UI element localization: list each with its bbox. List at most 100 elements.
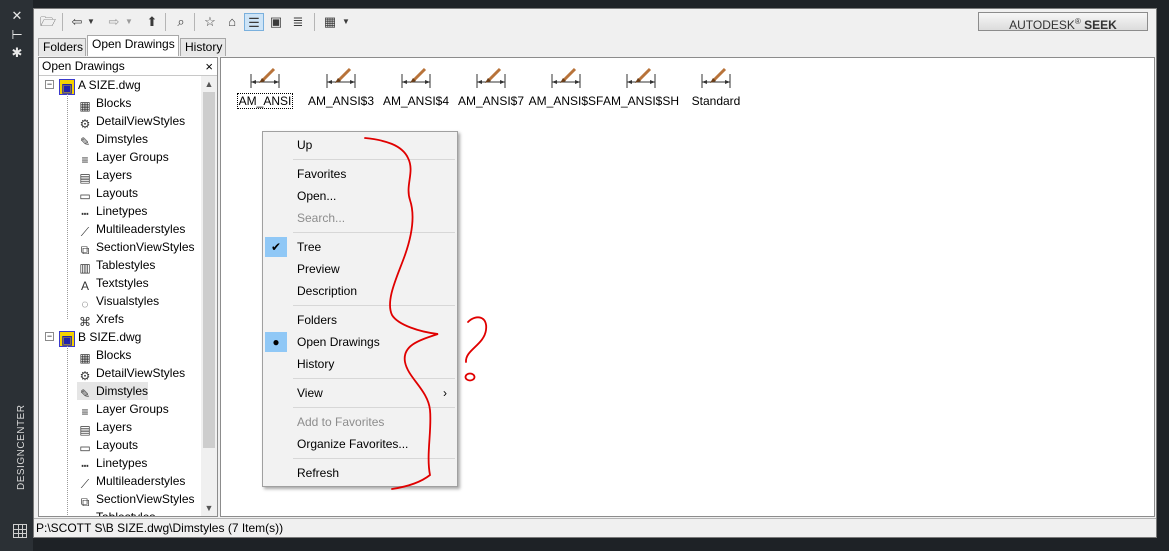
tab-open-drawings[interactable]: Open Drawings (87, 35, 179, 56)
dimstyle-item[interactable]: Standard (678, 66, 754, 116)
drawing-icon: ▣ (59, 79, 75, 95)
dimstyle-item[interactable]: AM_ANSI$7 (453, 66, 529, 116)
dimstyle-item[interactable]: AM_ANSI$4 (378, 66, 454, 116)
tree-child-node[interactable]: ⧉ SectionViewStyles (77, 238, 195, 257)
tree-child-node[interactable]: ⧉ SectionViewStyles (77, 490, 195, 509)
menu-item-tree[interactable]: ✔ Tree (263, 236, 457, 258)
forward-dropdown-icon[interactable]: ▼ (123, 13, 135, 31)
favorites-icon[interactable]: ☆ (200, 13, 220, 31)
menu-item-preview[interactable]: Preview (263, 258, 457, 280)
scroll-down-icon[interactable]: ▼ (201, 500, 217, 516)
autodesk-seek-button[interactable]: AUTODESK® SEEK (978, 12, 1148, 32)
back-icon[interactable]: ⇦ (67, 13, 87, 31)
menu-item-open-drawings-label: Open Drawings (297, 335, 380, 349)
tree-child-label: Dimstyles (96, 132, 149, 146)
up-icon[interactable]: ⬆ (142, 13, 162, 31)
palette-title: DESIGNCENTER (16, 404, 27, 490)
tree-child-node[interactable]: ▤ Layers (77, 418, 132, 437)
tree-child-label: Multileaderstyles (96, 474, 186, 488)
tree-drawing-label: B SIZE.dwg (78, 330, 142, 344)
tab-folders[interactable]: Folders (38, 38, 86, 56)
tree-child-label: Layer Groups (96, 150, 169, 164)
tree-close-icon[interactable]: × (205, 58, 213, 75)
tree-collapse-toggle[interactable]: − (45, 332, 54, 341)
tree-child-label: Layer Groups (96, 402, 169, 416)
tree-child-node[interactable]: ┅ Linetypes (77, 202, 147, 221)
tree-drawing-label: A SIZE.dwg (78, 78, 141, 92)
tree-child-node[interactable]: ▭ Layouts (77, 184, 139, 203)
forward-icon[interactable]: ⇨ (104, 13, 124, 31)
tree-child-node[interactable]: ▤ Layers (77, 166, 132, 185)
tree-child-node[interactable]: ┅ Linetypes (77, 454, 147, 473)
dimstyle-item[interactable]: AM_ANSI$SH (603, 66, 679, 116)
menu-item-tree-label: Tree (297, 240, 322, 254)
dimstyle-icon (326, 67, 356, 88)
views-dropdown-icon[interactable]: ▼ (340, 13, 352, 31)
dimstyle-icon (626, 67, 656, 88)
search-icon[interactable]: ⌕ (171, 13, 191, 31)
tree-drawing-node[interactable]: ▣ B SIZE.dwg (59, 328, 142, 347)
dimstyle-label: AM_ANSI$SH (603, 94, 680, 108)
load-icon[interactable]: 🗁 (38, 13, 58, 31)
tab-history[interactable]: History (180, 38, 226, 56)
tree-child-node[interactable]: ◌ Visualstyles (77, 292, 159, 311)
tree-child-node[interactable]: ▥Tablestyles (77, 256, 155, 275)
dimstyle-label: AM_ANSI$7 (457, 94, 525, 108)
tree-child-node[interactable]: A Textstyles (77, 274, 149, 293)
tree-drawing-node[interactable]: ▣ A SIZE.dwg (59, 76, 141, 95)
tree-child-node[interactable]: ▭ Layouts (77, 436, 138, 455)
menu-item-favorites[interactable]: Favorites (263, 163, 457, 185)
views-icon[interactable]: ▦ (320, 13, 340, 31)
tree-child-node[interactable]: ▥Tablestyles (77, 508, 155, 516)
menu-item-open[interactable]: Open... (263, 185, 457, 207)
tree-child-label: Blocks (96, 96, 132, 110)
close-icon[interactable]: ✕ (9, 8, 25, 24)
menu-item-refresh[interactable]: Refresh (263, 462, 457, 484)
tree-child-node[interactable]: ✎ Dimstyles (77, 130, 149, 149)
menu-item-search: Search... (297, 211, 346, 225)
submenu-arrow-icon: › (443, 386, 447, 400)
preview-icon[interactable]: ▣ (266, 13, 286, 31)
menu-item-description[interactable]: Description (263, 280, 457, 302)
tree-child-node[interactable]: ⚙ DetailViewStyles (77, 112, 186, 131)
tree-child-node[interactable]: ⌘ Xrefs (77, 310, 124, 329)
scroll-up-icon[interactable]: ▲ (201, 76, 217, 92)
menu-item-up[interactable]: Up (263, 134, 457, 156)
menu-item-folders[interactable]: Folders (263, 309, 457, 331)
tree-body: − ▣ A SIZE.dwg ▦ Blocks ⚙ DetailViewStyles ✎ Dim… (39, 76, 201, 516)
tree-child-node[interactable]: ≡ Layer Groups (77, 400, 169, 419)
menu-item-history[interactable]: History (263, 353, 457, 375)
dimstyle-item[interactable]: AM_ANSI (227, 66, 303, 116)
context-menu: Up Favorites Open... Search... ✔ Tree Pr… (262, 131, 458, 487)
tree-child-node[interactable]: ▦ Blocks (77, 346, 131, 365)
drawing-icon: ▣ (59, 331, 75, 347)
menu-item-organize-favorites[interactable]: Organize Favorites... (263, 433, 457, 455)
checkmark-icon: ✔ (265, 237, 287, 257)
home-icon[interactable]: ⌂ (222, 13, 242, 31)
description-icon[interactable]: ≣ (288, 13, 308, 31)
tree-child-node[interactable]: ⟋ Multileaderstyles (77, 220, 186, 239)
toolbar: 🗁 ⇦ ▼ ⇨ ▼ ⬆ ⌕ ☆ ⌂ ☰ ▣ ≣ ▦ ▼ AUTODESK® SE… (34, 9, 1156, 35)
tree-child-node[interactable]: ✎ Dimstyles (77, 382, 149, 401)
seek-reg: ® (1074, 17, 1081, 26)
radio-dot-icon: ● (265, 332, 287, 352)
back-dropdown-icon[interactable]: ▼ (85, 13, 97, 31)
tree-child-node[interactable]: ▦ Blocks (77, 94, 132, 113)
tree-toggle-icon[interactable]: ☰ (244, 13, 264, 31)
tree-child-label: Tablestyles (96, 510, 155, 516)
dimstyle-item[interactable]: AM_ANSI$SF (528, 66, 604, 116)
dimstyle-item[interactable]: AM_ANSI$3 (303, 66, 379, 116)
tree-scrollbar[interactable]: ▲ ▼ (201, 76, 217, 516)
tree-child-label: Dimstyles (96, 384, 149, 398)
tree-child-node[interactable]: ⚙ DetailViewStyles (77, 364, 186, 383)
menu-item-view[interactable]: View › (263, 382, 457, 404)
tree-child-label: Layouts (96, 186, 139, 200)
scroll-thumb[interactable] (203, 92, 215, 448)
properties-icon[interactable]: ✱ (9, 45, 25, 61)
tree-child-node[interactable]: ⟋ Multileaderstyles (77, 472, 186, 491)
auto-hide-icon[interactable]: ⊢ (9, 27, 25, 43)
palette-grid-icon[interactable] (13, 524, 27, 538)
menu-item-open-drawings[interactable]: ● Open Drawings (263, 331, 457, 353)
tree-collapse-toggle[interactable]: − (45, 80, 54, 89)
tree-child-node[interactable]: ≡ Layer Groups (77, 148, 169, 167)
